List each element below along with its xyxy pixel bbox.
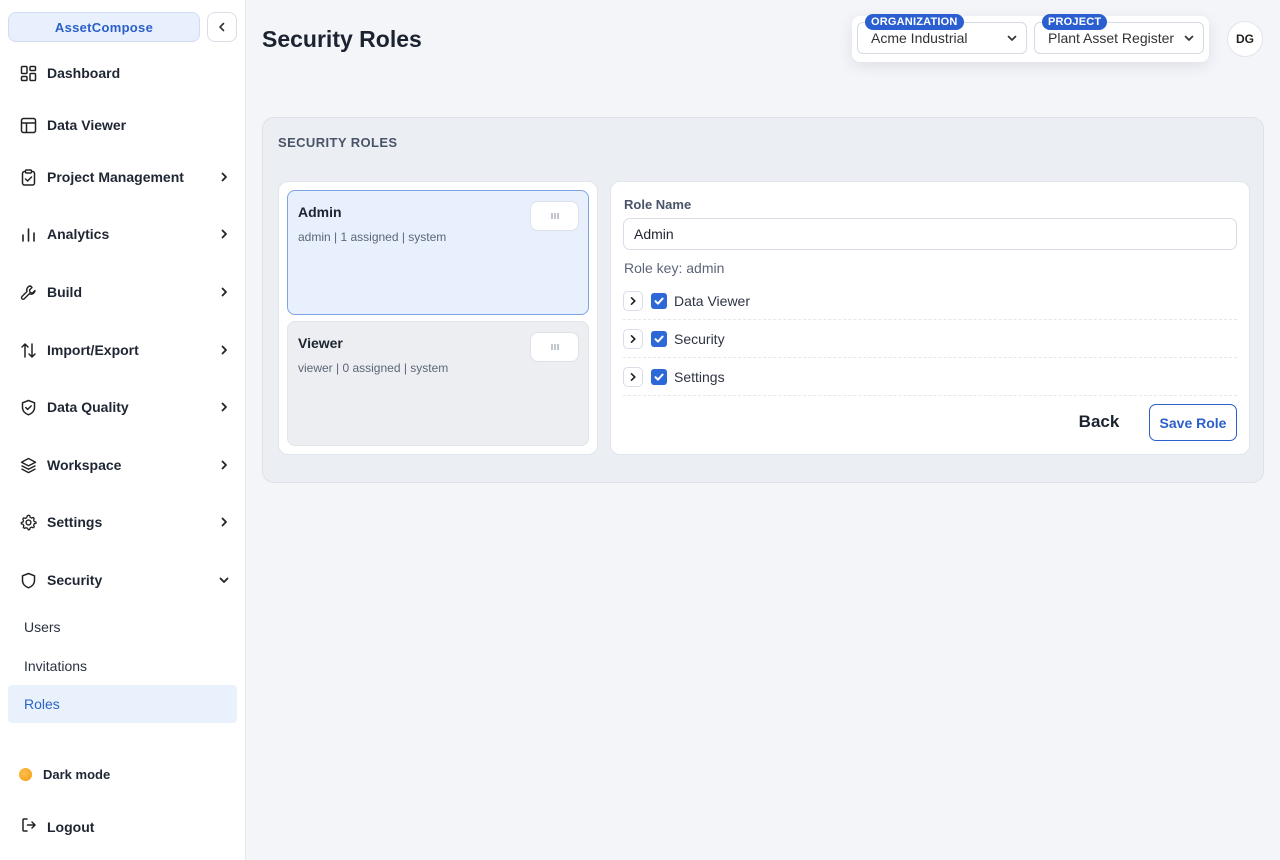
layers-icon <box>19 456 37 474</box>
chevron-down-icon <box>216 572 232 588</box>
chevron-right-icon <box>216 342 232 358</box>
sidebar-subitem-users[interactable]: Users <box>8 608 237 646</box>
sidebar-subitem-invitations[interactable]: Invitations <box>8 647 237 685</box>
sidebar-item-dashboard[interactable]: Dashboard <box>8 53 238 93</box>
sidebar-item-label: Security <box>47 572 103 588</box>
sidebar-item-label: Data Quality <box>47 399 129 415</box>
drag-handle[interactable] <box>530 332 579 362</box>
chevron-right-icon <box>216 399 232 415</box>
sun-icon <box>19 767 32 781</box>
chevron-right-icon <box>630 296 636 305</box>
chevron-right-icon <box>630 334 636 343</box>
logout-icon <box>21 817 37 838</box>
sidebar-item-label: Dashboard <box>47 65 121 81</box>
permission-checkbox[interactable] <box>651 330 667 347</box>
chevron-right-icon <box>630 372 636 381</box>
security-roles-panel: SECURITY ROLES Admin admin | 1 assigned … <box>262 117 1264 483</box>
check-icon <box>654 335 664 343</box>
collapse-sidebar-button[interactable] <box>207 12 237 42</box>
chevron-right-icon <box>216 169 232 185</box>
sidebar-item-label: Import/Export <box>47 342 139 358</box>
bar-chart-icon <box>19 225 37 243</box>
sidebar-item-settings[interactable]: Settings <box>8 502 238 542</box>
permission-row-security: Security <box>623 320 1237 358</box>
sidebar-item-build[interactable]: Build <box>8 272 238 312</box>
table-icon <box>19 116 37 134</box>
logout-button[interactable]: Logout <box>8 812 238 842</box>
wrench-icon <box>19 283 37 301</box>
drag-handle[interactable] <box>530 201 579 231</box>
roles-list: Admin admin | 1 assigned | system Viewer… <box>278 181 598 455</box>
shield-icon <box>19 571 37 589</box>
role-card-admin[interactable]: Admin admin | 1 assigned | system <box>287 190 589 315</box>
role-meta: viewer | 0 assigned | system <box>298 361 449 375</box>
gear-icon <box>19 513 37 531</box>
permission-checkbox[interactable] <box>651 368 667 385</box>
grip-icon <box>550 344 559 350</box>
expand-button[interactable] <box>623 366 643 387</box>
dark-mode-toggle[interactable]: Dark mode <box>8 760 238 788</box>
organization-tag: ORGANIZATION <box>865 14 964 30</box>
role-name-label: Role Name <box>624 197 692 212</box>
back-button[interactable]: Back <box>1073 404 1125 440</box>
sidebar-item-label: Project Management <box>47 169 184 185</box>
sidebar-item-label: Build <box>47 284 82 300</box>
sidebar-subitem-roles[interactable]: Roles <box>8 685 237 723</box>
permission-row-data-viewer: Data Viewer <box>623 282 1237 320</box>
check-icon <box>654 373 664 381</box>
clipboard-check-icon <box>19 168 37 186</box>
role-name: Admin <box>298 204 342 220</box>
sidebar: AssetCompose Dashboard Data Viewer Proje… <box>0 0 246 860</box>
chevron-right-icon <box>216 284 232 300</box>
chevron-left-icon <box>219 22 225 32</box>
role-card-viewer[interactable]: Viewer viewer | 0 assigned | system <box>287 321 589 446</box>
expand-button[interactable] <box>623 290 643 311</box>
permission-label: Data Viewer <box>674 292 751 309</box>
organization-value: Acme Industrial <box>871 30 968 46</box>
panel-heading: SECURITY ROLES <box>278 135 398 150</box>
sidebar-item-data-viewer[interactable]: Data Viewer <box>8 105 238 145</box>
expand-button[interactable] <box>623 328 643 349</box>
sidebar-item-label: Workspace <box>47 457 122 473</box>
grip-icon <box>550 213 559 219</box>
sidebar-item-workspace[interactable]: Workspace <box>8 445 238 485</box>
check-icon <box>654 297 664 305</box>
avatar[interactable]: DG <box>1227 21 1263 57</box>
role-name-input[interactable] <box>623 218 1237 250</box>
project-tag: PROJECT <box>1042 14 1108 30</box>
shield-check-icon <box>19 398 37 416</box>
role-name: Viewer <box>298 335 343 351</box>
role-key: Role key: admin <box>624 260 725 276</box>
dashboard-icon <box>19 64 37 82</box>
sidebar-item-security[interactable]: Security <box>8 560 238 600</box>
logout-label: Logout <box>47 819 95 835</box>
role-meta: admin | 1 assigned | system <box>298 230 447 244</box>
project-value: Plant Asset Register <box>1048 30 1175 46</box>
sidebar-item-label: Analytics <box>47 226 110 242</box>
permission-label: Security <box>674 330 725 347</box>
context-selector: Acme Industrial ORGANIZATION Plant Asset… <box>852 14 1209 62</box>
role-editor: Role Name Role key: admin Data Viewer Se… <box>610 181 1250 455</box>
sidebar-item-label: Data Viewer <box>47 117 127 133</box>
chevron-right-icon <box>216 226 232 242</box>
chevron-right-icon <box>216 514 232 530</box>
sidebar-item-project-management[interactable]: Project Management <box>8 157 238 197</box>
sidebar-item-analytics[interactable]: Analytics <box>8 214 238 254</box>
page-title: Security Roles <box>262 26 422 52</box>
permission-label: Settings <box>674 368 725 385</box>
sidebar-item-label: Settings <box>47 514 103 530</box>
chevron-right-icon <box>216 457 232 473</box>
sidebar-item-data-quality[interactable]: Data Quality <box>8 387 238 427</box>
dark-mode-label: Dark mode <box>43 766 111 782</box>
permission-row-settings: Settings <box>623 358 1237 396</box>
chevron-down-icon <box>1184 35 1194 41</box>
save-role-button[interactable]: Save Role <box>1149 404 1237 441</box>
permission-checkbox[interactable] <box>651 292 667 309</box>
arrows-up-down-icon <box>19 341 37 359</box>
chevron-down-icon <box>1007 35 1017 41</box>
brand-logo[interactable]: AssetCompose <box>8 12 200 42</box>
sidebar-item-import-export[interactable]: Import/Export <box>8 330 238 370</box>
